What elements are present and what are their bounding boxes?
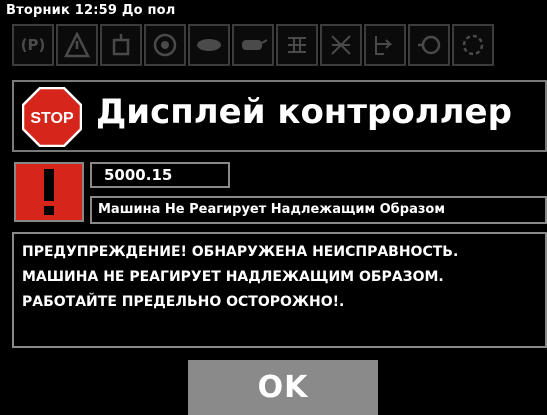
alert-indicator <box>14 162 84 222</box>
fuel-icon <box>364 24 406 66</box>
ok-button[interactable]: OK <box>188 360 378 415</box>
oil-can-icon <box>232 24 274 66</box>
engine-coolant-icon <box>144 24 186 66</box>
title-bar: STOP Дисплей контроллер <box>12 80 547 152</box>
page-title: Дисплей контроллер <box>96 92 512 132</box>
oil-pressure-icon <box>188 24 230 66</box>
warning-icon <box>56 24 98 66</box>
indicator-strip: (P) <box>12 24 547 70</box>
fault-short-message: Машина Не Реагирует Надлежащим Образом <box>90 196 547 224</box>
warning-message: ПРЕДУПРЕЖДЕНИЕ! ОБНАРУЖЕНА НЕИСПРАВНОСТЬ… <box>12 232 547 348</box>
fault-code: 5000.15 <box>90 162 230 188</box>
hydraulic-icon <box>100 24 142 66</box>
rpm-icon <box>408 24 450 66</box>
stop-sign-label: STOP <box>30 110 74 127</box>
parking-brake-icon: (P) <box>12 24 54 66</box>
exclamation-icon <box>44 169 54 215</box>
filter-icon <box>320 24 362 66</box>
stop-sign-icon: STOP <box>21 86 83 148</box>
status-bar-datetime: Вторник 12:59 До пол <box>6 3 176 18</box>
oil-level-icon <box>452 24 494 66</box>
transmission-icon <box>276 24 318 66</box>
